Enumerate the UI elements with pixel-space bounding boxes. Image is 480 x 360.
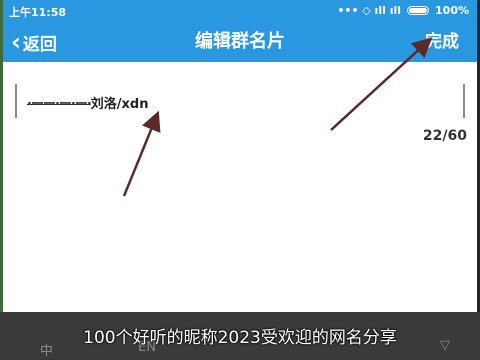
battery-icon — [407, 6, 430, 15]
nickname-prefix: ·ーー·ー·ー· — [27, 97, 92, 112]
video-caption: 100个好听的昵称2023受欢迎的网名分享 — [83, 328, 397, 348]
chevron-left-icon: ‹ — [11, 28, 21, 56]
done-button[interactable]: 完成 — [425, 22, 459, 62]
nickname-input[interactable]: ·ーー·ー·ー·刘洛/xdn — [15, 84, 465, 118]
status-bar: 上午11:58 ••• ◇ ıll ıll 100% — [3, 0, 477, 22]
title-bar: ‹ 返回 编辑群名片 完成 — [3, 22, 477, 62]
battery-percent: 100% — [435, 4, 469, 17]
phone-screen: 上午11:58 ••• ◇ ıll ıll 100% ‹ 返回 编辑群名片 完成… — [3, 0, 477, 360]
back-button[interactable]: ‹ 返回 — [11, 22, 57, 62]
signal-icons: ••• ◇ ıll ıll — [337, 4, 402, 17]
back-label: 返回 — [22, 34, 57, 55]
status-time: 上午11:58 — [9, 6, 67, 19]
nickname-value: 刘洛/xdn — [90, 97, 149, 112]
char-counter: 22/60 — [422, 128, 467, 144]
status-indicators: ••• ◇ ıll ıll 100% — [337, 4, 469, 17]
page-title: 编辑群名片 — [195, 31, 285, 52]
nickname-text: ·ーー·ー·ー·刘洛/xdn — [27, 93, 148, 112]
content-card: ·ーー·ー·ー·刘洛/xdn 22/60 — [3, 62, 477, 312]
